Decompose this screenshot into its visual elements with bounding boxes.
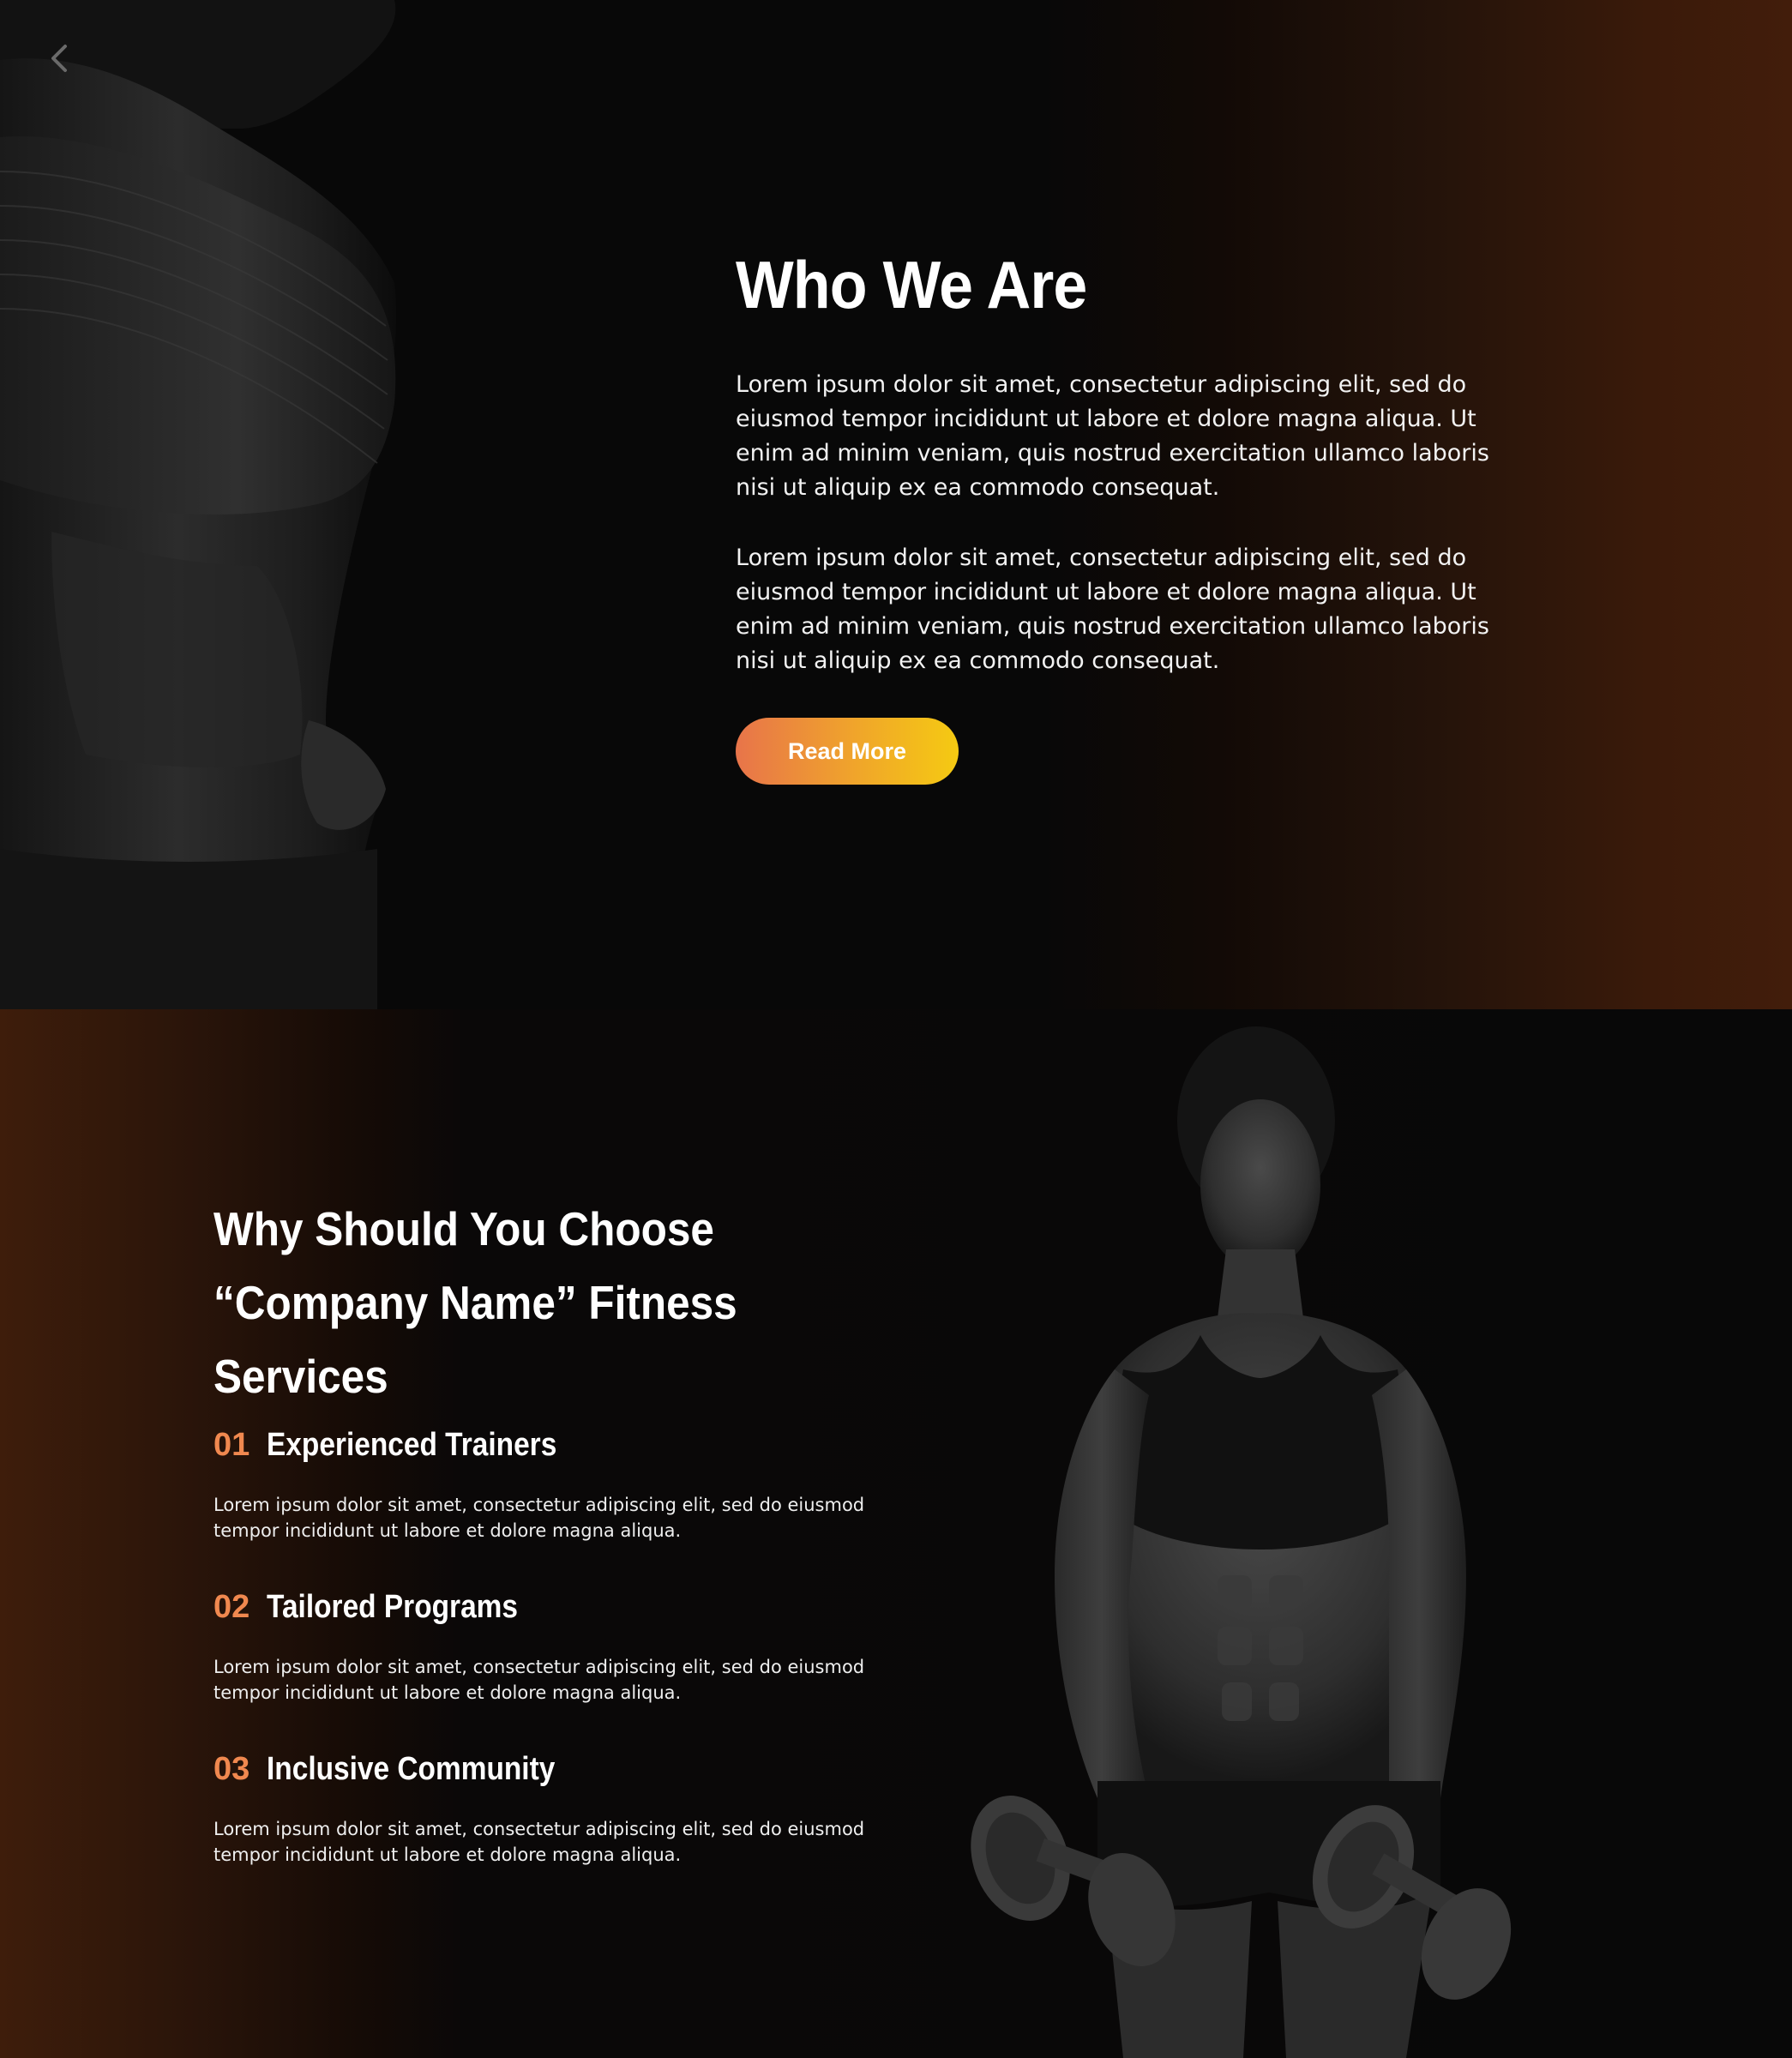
- fitness-woman-torso-image: [0, 0, 396, 1009]
- feature-number: 03: [213, 1751, 250, 1787]
- why-choose-title: Why Should You Choose “Company Name” Fit…: [213, 1202, 737, 1403]
- feature-item: 01 Experienced Trainers Lorem ipsum dolo…: [213, 1427, 882, 1544]
- feature-description: Lorem ipsum dolor sit amet, consectetur …: [213, 1657, 865, 1703]
- feature-description: Lorem ipsum dolor sit amet, consectetur …: [213, 1819, 865, 1865]
- feature-item: 02 Tailored Programs Lorem ipsum dolor s…: [213, 1589, 882, 1706]
- read-more-button[interactable]: Read More: [736, 718, 959, 785]
- who-we-are-paragraph-1: Lorem ipsum dolor sit amet, consectetur …: [736, 371, 1489, 501]
- feature-title: Experienced Trainers: [267, 1427, 557, 1463]
- who-we-are-title: Who We Are: [736, 247, 1087, 322]
- feature-description: Lorem ipsum dolor sit amet, consectetur …: [213, 1495, 865, 1541]
- feature-title: Inclusive Community: [267, 1751, 556, 1787]
- feature-title: Tailored Programs: [267, 1589, 518, 1625]
- chevron-left-icon[interactable]: [43, 38, 77, 79]
- feature-number: 01: [213, 1427, 250, 1463]
- feature-item: 03 Inclusive Community Lorem ipsum dolor…: [213, 1751, 882, 1868]
- why-choose-section: Why Should You Choose “Company Name” Fit…: [0, 1009, 1792, 2058]
- fitness-woman-dumbbells-image: [971, 1026, 1512, 2058]
- feature-number: 02: [213, 1589, 250, 1625]
- who-we-are-section: Who We Are Lorem ipsum dolor sit amet, c…: [0, 0, 1792, 1009]
- who-we-are-paragraph-2: Lorem ipsum dolor sit amet, consectetur …: [736, 545, 1489, 674]
